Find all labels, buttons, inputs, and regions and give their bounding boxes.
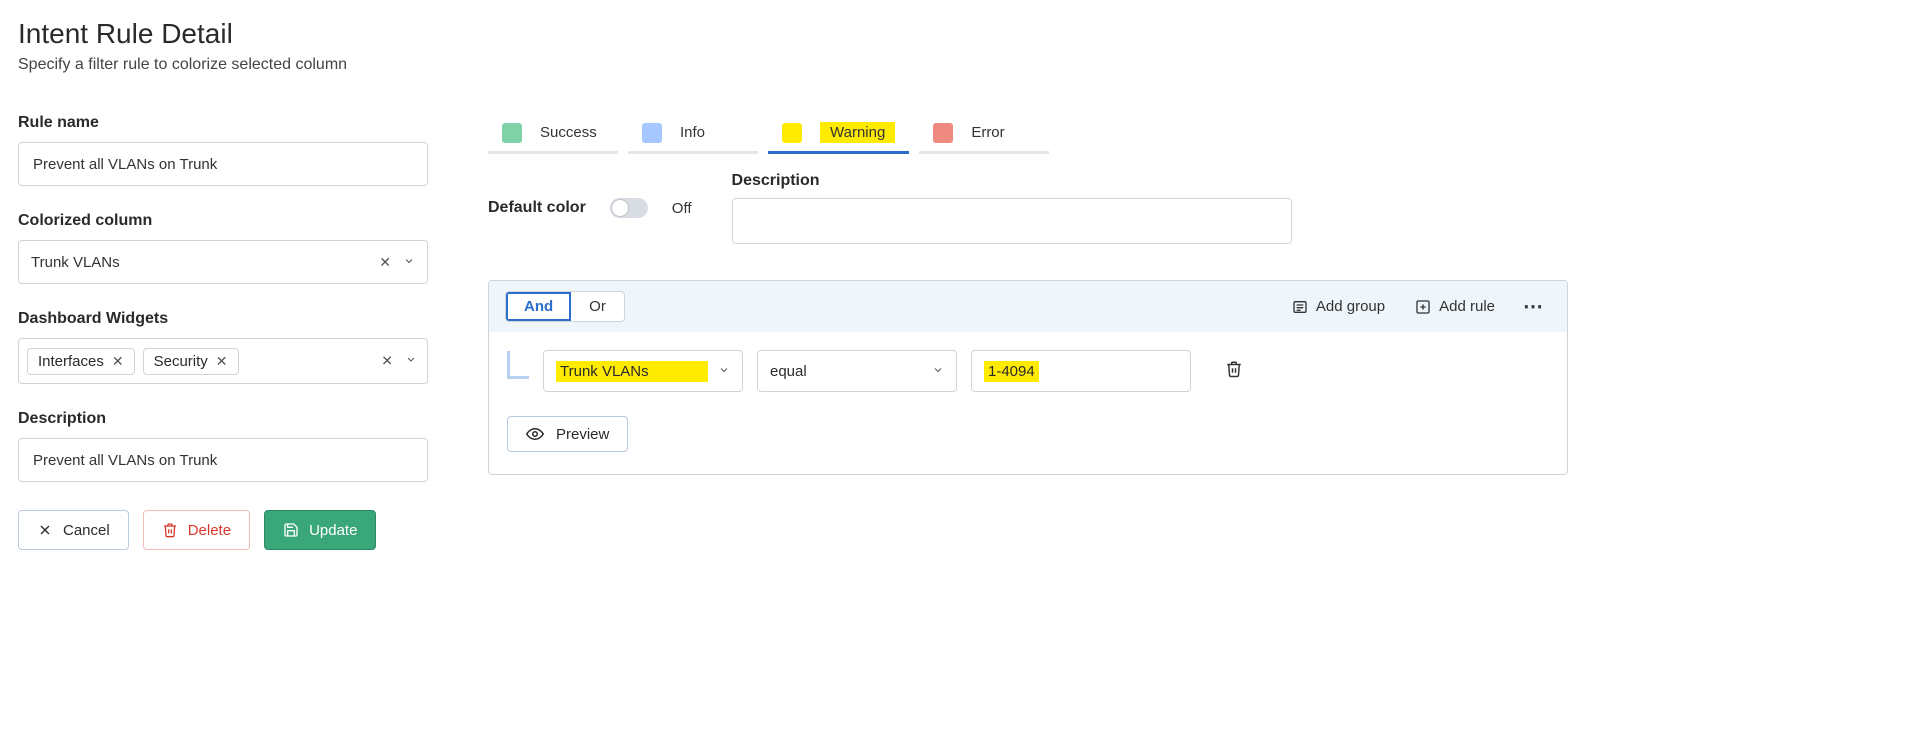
list-icon (1292, 299, 1308, 315)
close-icon (37, 522, 53, 538)
rule-name-label: Rule name (18, 114, 428, 132)
remove-tag-icon[interactable]: ✕ (112, 353, 124, 370)
success-swatch-icon (502, 123, 522, 143)
info-swatch-icon (642, 123, 662, 143)
eye-icon (526, 425, 544, 443)
andor-toggle[interactable]: And Or (505, 291, 625, 322)
page-title: Intent Rule Detail (18, 18, 1902, 50)
rule-operator-select[interactable]: equal (757, 350, 957, 392)
rule-name-input[interactable] (18, 142, 428, 186)
widget-tag[interactable]: Security ✕ (143, 348, 239, 375)
tab-info-label: Info (680, 124, 705, 141)
chevron-down-icon[interactable] (718, 363, 730, 380)
save-icon (283, 522, 299, 538)
cancel-button[interactable]: Cancel (18, 510, 129, 550)
default-color-toggle[interactable] (610, 198, 648, 218)
rule-value-text: 1-4094 (984, 361, 1039, 382)
chevron-down-icon[interactable] (932, 363, 944, 380)
more-menu-icon[interactable]: ⋯ (1517, 294, 1551, 319)
and-option[interactable]: And (506, 292, 571, 321)
chevron-down-icon[interactable] (405, 353, 417, 370)
tab-error-label: Error (971, 124, 1004, 141)
description-label: Description (18, 410, 428, 428)
description-input[interactable] (18, 438, 428, 482)
widget-tag-label: Interfaces (38, 353, 104, 370)
tab-success[interactable]: Success (488, 114, 618, 154)
add-rule-label: Add rule (1439, 298, 1495, 315)
add-rule-button[interactable]: Add rule (1407, 292, 1503, 321)
rule-row: Trunk VLANs equal 1-4094 (507, 350, 1549, 392)
tab-info[interactable]: Info (628, 114, 758, 154)
right-description-input[interactable] (732, 198, 1292, 244)
delete-button[interactable]: Delete (143, 510, 250, 550)
cancel-label: Cancel (63, 522, 110, 539)
widget-tag[interactable]: Interfaces ✕ (27, 348, 135, 375)
widgets-select[interactable]: Interfaces ✕ Security ✕ ✕ (18, 338, 428, 384)
tab-warning[interactable]: Warning (768, 114, 909, 154)
colorized-column-value: Trunk VLANs (31, 254, 371, 271)
delete-rule-button[interactable] (1225, 360, 1243, 382)
rule-field-select[interactable]: Trunk VLANs (543, 350, 743, 392)
widgets-label: Dashboard Widgets (18, 310, 428, 328)
delete-label: Delete (188, 522, 231, 539)
description-value[interactable] (31, 451, 415, 470)
clear-icon[interactable]: ✕ (379, 254, 391, 271)
remove-tag-icon[interactable]: ✕ (216, 353, 228, 370)
error-swatch-icon (933, 123, 953, 143)
widget-tag-label: Security (154, 353, 208, 370)
colorized-column-select[interactable]: Trunk VLANs ✕ (18, 240, 428, 284)
tree-connector-icon (507, 351, 529, 379)
update-label: Update (309, 522, 357, 539)
preview-button[interactable]: Preview (507, 416, 628, 452)
rule-builder: And Or Add group Add rule ⋯ (488, 280, 1568, 475)
right-description-label: Description (732, 172, 1292, 190)
tab-error[interactable]: Error (919, 114, 1049, 154)
page-subtitle: Specify a filter rule to colorize select… (18, 56, 1902, 74)
plus-square-icon (1415, 299, 1431, 315)
trash-icon (162, 522, 178, 538)
update-button[interactable]: Update (264, 510, 376, 550)
default-color-label: Default color (488, 199, 586, 217)
add-group-button[interactable]: Add group (1284, 292, 1393, 321)
rule-name-value[interactable] (31, 155, 415, 174)
or-option[interactable]: Or (571, 292, 624, 321)
warning-swatch-icon (782, 123, 802, 143)
chevron-down-icon[interactable] (403, 254, 415, 271)
default-color-state: Off (672, 200, 692, 217)
tab-success-label: Success (540, 124, 597, 141)
clear-all-icon[interactable]: ✕ (381, 353, 393, 370)
colorized-column-label: Colorized column (18, 212, 428, 230)
preview-label: Preview (556, 426, 609, 443)
rule-operator-value: equal (770, 363, 922, 380)
trash-icon (1225, 360, 1243, 378)
tab-warning-label: Warning (820, 122, 895, 143)
rule-field-value: Trunk VLANs (556, 361, 708, 382)
rule-value-input[interactable]: 1-4094 (971, 350, 1191, 392)
add-group-label: Add group (1316, 298, 1385, 315)
